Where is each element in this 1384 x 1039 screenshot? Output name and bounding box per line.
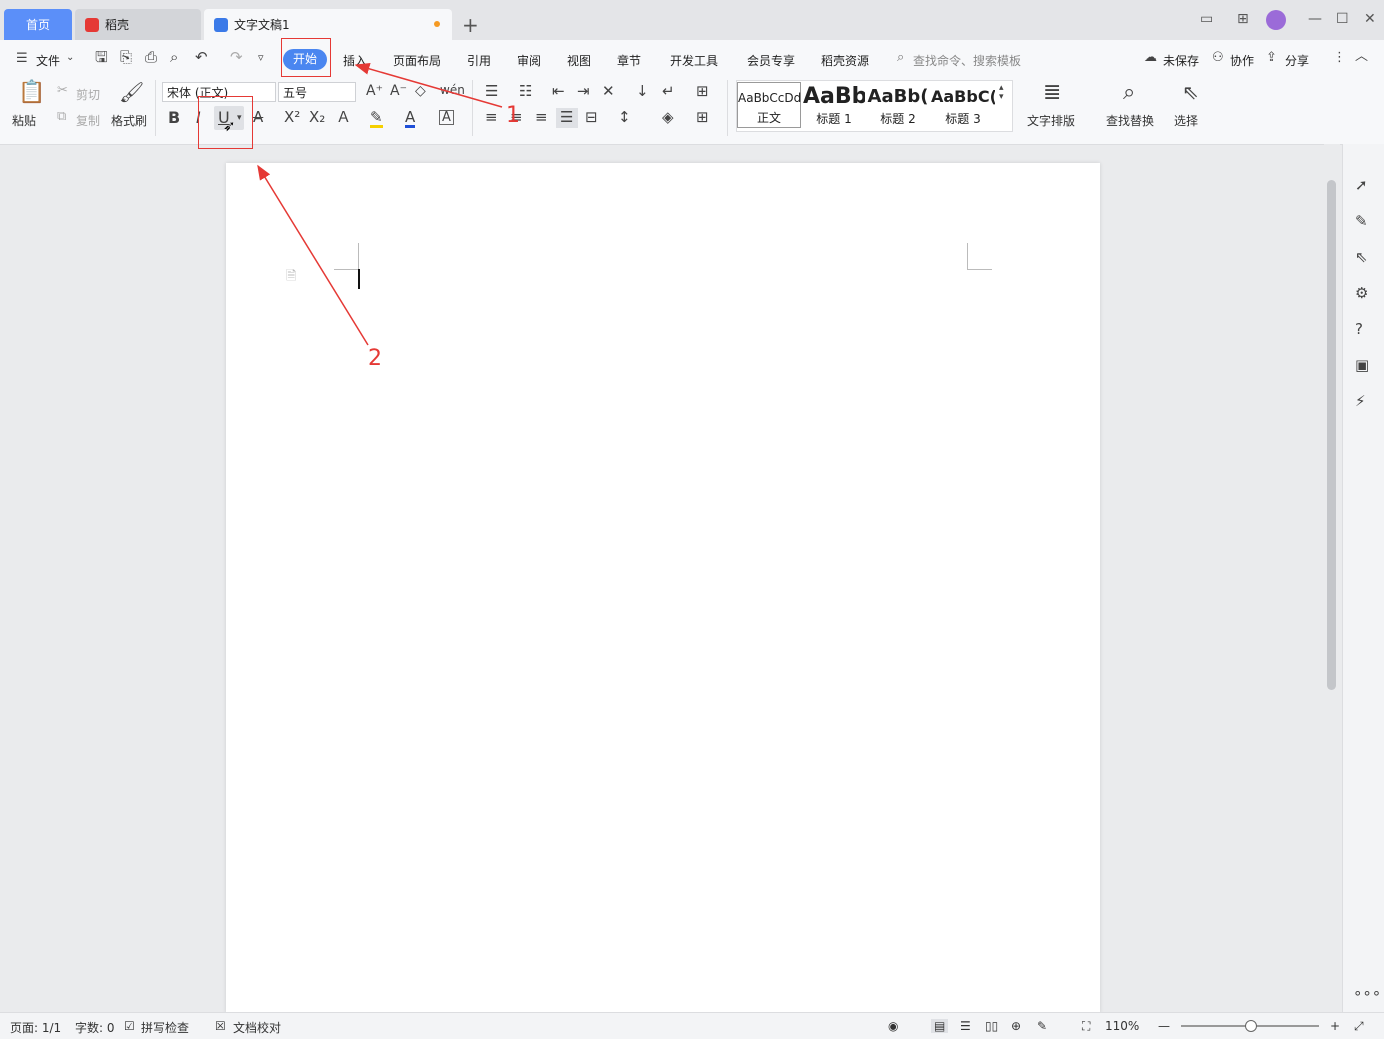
reading-view-icon[interactable]: ▯▯	[985, 1019, 998, 1033]
annotation-arrow-2	[257, 164, 369, 346]
fit-page-icon[interactable]: ⛶	[1082, 1019, 1090, 1034]
zoom-level[interactable]: 110%	[1105, 1019, 1139, 1033]
proofread-button[interactable]: 文档校对	[233, 1019, 281, 1036]
zoom-out-icon[interactable]: —	[1158, 1019, 1170, 1033]
annotation-label-1: 1	[506, 103, 520, 128]
fullscreen-icon[interactable]: ⤢	[1354, 1019, 1364, 1034]
page-view-icon[interactable]: ▤	[931, 1019, 949, 1033]
spellcheck-icon: ☑	[124, 1019, 135, 1033]
zoom-slider-handle[interactable]	[1245, 1020, 1257, 1032]
status-bar	[0, 1012, 1384, 1039]
annotation-label-2: 2	[368, 346, 382, 371]
spell-check-button[interactable]: 拼写检查	[141, 1019, 189, 1036]
proofread-icon: ☒	[215, 1019, 226, 1033]
zoom-in-icon[interactable]: +	[1330, 1019, 1340, 1033]
write-mode-icon[interactable]: ✎	[1037, 1019, 1047, 1033]
eye-protect-icon[interactable]: ◉	[888, 1019, 898, 1033]
web-view-icon[interactable]: ⊕	[1011, 1019, 1021, 1033]
word-count[interactable]: 字数: 0	[75, 1019, 115, 1036]
annotation-arrow-1	[354, 62, 503, 108]
page-count[interactable]: 页面: 1/1	[10, 1019, 61, 1036]
annotation-arrows	[257, 62, 503, 346]
outline-view-icon[interactable]: ☰	[960, 1019, 971, 1033]
